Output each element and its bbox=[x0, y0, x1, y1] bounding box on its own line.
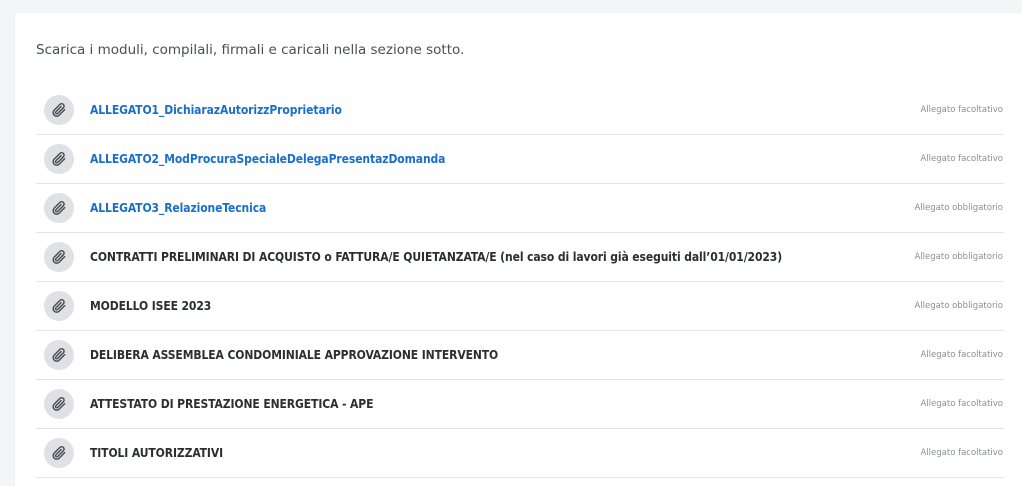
paperclip-icon bbox=[44, 340, 74, 370]
list-item: ALLEGATO2_ModProcuraSpecialeDelegaPresen… bbox=[36, 135, 1004, 184]
list-item: DELIBERA ASSEMBLEA CONDOMINIALE APPROVAZ… bbox=[36, 331, 1004, 380]
paperclip-icon bbox=[44, 291, 74, 321]
list-item: MODELLO ISEE 2023 Allegato obbligatorio bbox=[36, 282, 1004, 331]
attachment-status: Allegato facoltativo bbox=[920, 399, 1003, 409]
attachment-status: Allegato obbligatorio bbox=[914, 203, 1003, 213]
attachment-status: Allegato obbligatorio bbox=[914, 252, 1003, 262]
attachment-status: Allegato facoltativo bbox=[920, 448, 1003, 458]
list-item: CONTRATTI PRELIMINARI DI ACQUISTO o FATT… bbox=[36, 233, 1004, 282]
list-item: ALLEGATO1_DichiarazAutorizzProprietario … bbox=[36, 86, 1004, 135]
attachment-list: ALLEGATO1_DichiarazAutorizzProprietario … bbox=[36, 86, 1004, 478]
attachments-card: Scarica i moduli, compilali, firmali e c… bbox=[15, 13, 1022, 486]
attachment-title[interactable]: ALLEGATO2_ModProcuraSpecialeDelegaPresen… bbox=[90, 152, 445, 166]
list-item: ATTESTATO DI PRESTAZIONE ENERGETICA - AP… bbox=[36, 380, 1004, 429]
attachment-status: Allegato facoltativo bbox=[920, 105, 1003, 115]
intro-text: Scarica i moduli, compilali, firmali e c… bbox=[36, 42, 465, 58]
attachment-title: CONTRATTI PRELIMINARI DI ACQUISTO o FATT… bbox=[90, 250, 783, 264]
list-item: TITOLI AUTORIZZATIVI Allegato facoltativ… bbox=[36, 429, 1004, 478]
paperclip-icon bbox=[44, 242, 74, 272]
attachment-status: Allegato obbligatorio bbox=[914, 301, 1003, 311]
attachment-title: MODELLO ISEE 2023 bbox=[90, 299, 212, 313]
paperclip-icon bbox=[44, 193, 74, 223]
attachment-title: DELIBERA ASSEMBLEA CONDOMINIALE APPROVAZ… bbox=[90, 348, 499, 362]
attachment-status: Allegato facoltativo bbox=[920, 154, 1003, 164]
attachment-title: TITOLI AUTORIZZATIVI bbox=[90, 446, 224, 460]
paperclip-icon bbox=[44, 438, 74, 468]
attachment-status: Allegato facoltativo bbox=[920, 350, 1003, 360]
paperclip-icon bbox=[44, 144, 74, 174]
list-item: ALLEGATO3_RelazioneTecnica Allegato obbl… bbox=[36, 184, 1004, 233]
attachment-title[interactable]: ALLEGATO1_DichiarazAutorizzProprietario bbox=[90, 103, 342, 117]
attachment-title[interactable]: ALLEGATO3_RelazioneTecnica bbox=[90, 201, 266, 215]
paperclip-icon bbox=[44, 389, 74, 419]
attachment-title: ATTESTATO DI PRESTAZIONE ENERGETICA - AP… bbox=[90, 397, 374, 411]
paperclip-icon bbox=[44, 95, 74, 125]
